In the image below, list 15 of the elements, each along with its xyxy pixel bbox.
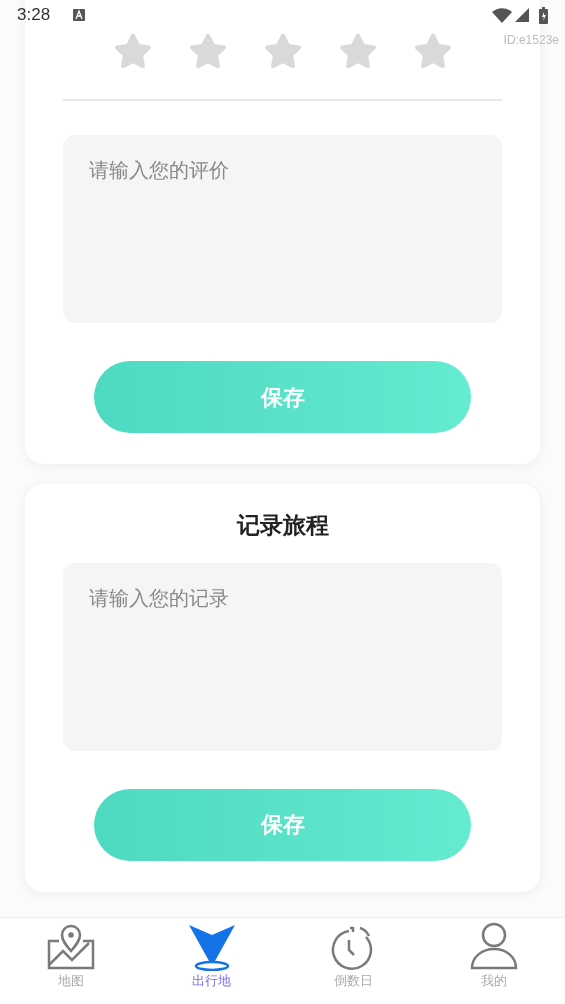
person-icon xyxy=(469,920,520,971)
comment-field[interactable]: 请输入您的评价 xyxy=(63,135,502,323)
wifi-icon xyxy=(492,7,512,23)
status-time: 3:28 xyxy=(17,4,51,27)
signal-icon xyxy=(515,8,529,22)
card-title: 记录旅程 xyxy=(235,511,330,540)
nav-tab[interactable]: 出行地 xyxy=(141,918,283,1004)
save-button[interactable]: 保存 xyxy=(94,788,471,861)
overlay-id: ID:e1523e xyxy=(503,32,559,49)
keyboard-icon xyxy=(73,9,86,21)
nav-tab[interactable]: 地图 xyxy=(0,918,142,1004)
save-button[interactable]: 保存 xyxy=(94,361,471,433)
nav-tab[interactable]: 我的 xyxy=(423,918,565,1004)
nav-tab[interactable]: 倒数日 xyxy=(282,918,424,1004)
record-field[interactable]: 请输入您的记录 xyxy=(63,562,502,751)
